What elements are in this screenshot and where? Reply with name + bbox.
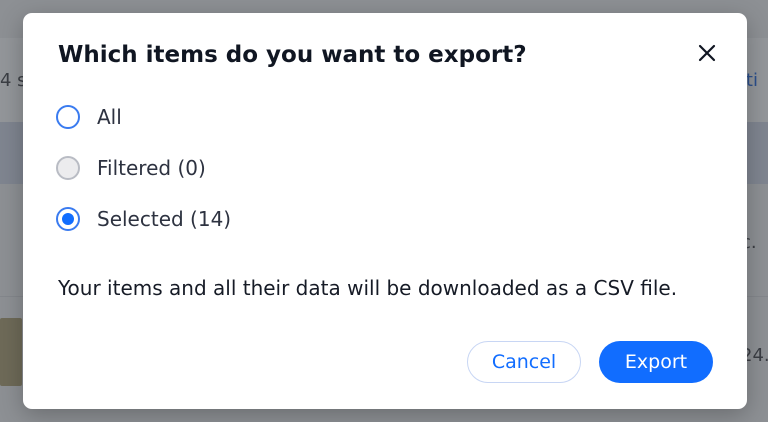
- export-dialog: Which items do you want to export? All F…: [23, 13, 747, 409]
- radio-button[interactable]: [56, 156, 80, 180]
- radio-option-filtered[interactable]: Filtered (0): [56, 156, 206, 180]
- radio-button[interactable]: [56, 105, 80, 129]
- radio-selected-dot: [62, 213, 74, 225]
- radio-label: All: [97, 105, 122, 129]
- close-icon: [698, 44, 716, 62]
- radio-label: Selected (14): [97, 207, 232, 231]
- dialog-title: Which items do you want to export?: [58, 42, 527, 68]
- radio-button[interactable]: [56, 207, 80, 231]
- radio-option-selected[interactable]: Selected (14): [56, 207, 231, 231]
- export-button[interactable]: Export: [599, 341, 713, 383]
- export-note: Your items and all their data will be do…: [58, 276, 678, 300]
- cancel-button[interactable]: Cancel: [467, 341, 581, 383]
- radio-label: Filtered (0): [97, 156, 206, 180]
- close-button[interactable]: [693, 39, 721, 67]
- background-thumbnail: [0, 318, 22, 386]
- radio-option-all[interactable]: All: [56, 105, 122, 129]
